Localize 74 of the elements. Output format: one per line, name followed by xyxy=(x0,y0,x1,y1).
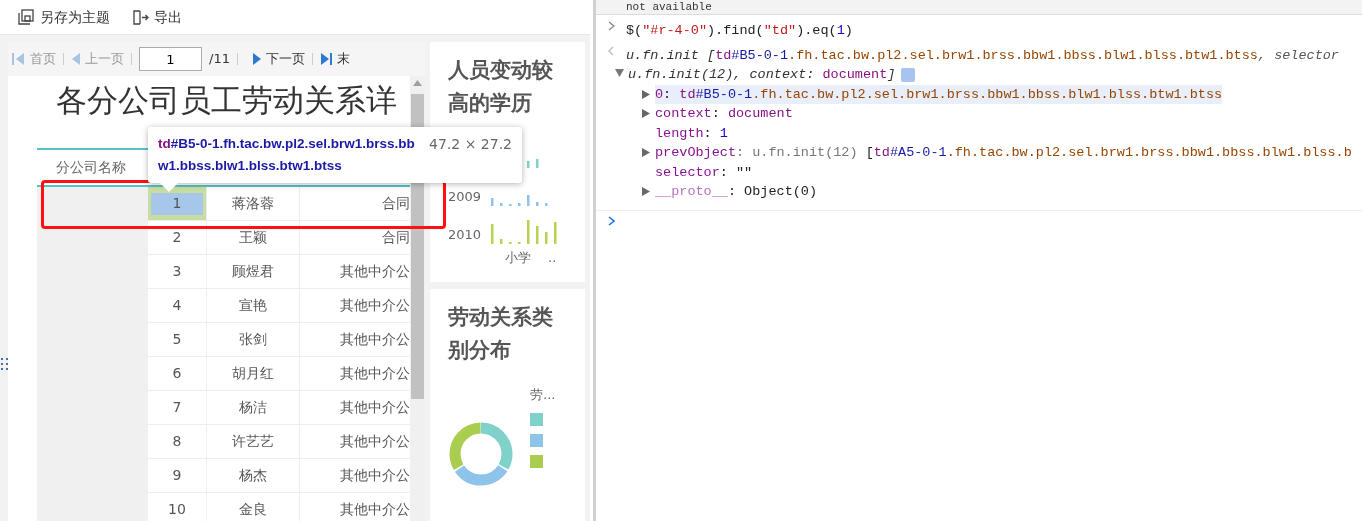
chart-title: 劳动关系类别分布 xyxy=(448,304,554,364)
console-text: u.fn.init [td#B5-0-1.fh.tac.bw.pl2.sel.brw1.brss.bbw1.bbss.blw1.blss.btw1.btss, selector xyxy=(626,46,1339,65)
table-cell: 6 xyxy=(148,357,207,390)
table-cell: 胡月红 xyxy=(207,357,300,390)
axis-label: .. xyxy=(548,249,558,267)
console-text: u.fn.init(12), context: document] xyxy=(628,66,896,84)
previous-page-icon xyxy=(71,52,81,66)
table-cell-text: 合同 xyxy=(381,228,410,247)
console-text: context: document xyxy=(655,105,793,123)
table-cell: 宣艳 xyxy=(207,289,300,322)
table-cell-text: 其他中介公 xyxy=(339,466,410,485)
table-cell: 顾煜君 xyxy=(207,255,300,288)
console-text: __proto__: Object(0) xyxy=(655,183,818,201)
collapsed-triangle-icon[interactable] xyxy=(642,187,650,196)
table-cell-text: 其他中介公 xyxy=(339,262,410,281)
donut-chart xyxy=(448,421,514,487)
table-cell: 蒋洛蓉 xyxy=(207,187,300,220)
table-cell: 杨杰 xyxy=(207,459,300,492)
export-icon xyxy=(132,8,149,26)
axis-label: 小学 xyxy=(505,249,532,267)
last-page-icon xyxy=(319,52,333,66)
page-number-field[interactable]: 1 xyxy=(139,47,202,71)
next-page-button[interactable]: 下一页 xyxy=(251,49,305,69)
page-total: /11 xyxy=(209,50,230,69)
input-prompt-icon xyxy=(607,21,615,31)
table-cell-text: 其他中介公 xyxy=(339,296,410,315)
next-page-icon xyxy=(251,52,262,66)
console-text: $("#r-4-0").find("td").eq(1) xyxy=(626,22,853,40)
table-cell: 杨洁 xyxy=(207,391,300,424)
table-cell: 1 xyxy=(148,187,207,220)
year-label: 2009 xyxy=(448,187,483,206)
console-text: length: 1 xyxy=(655,124,728,143)
element-size: 47.2 × 27.2 xyxy=(429,135,512,154)
console-text: prevObject: u.fn.init(12) [td#A5-0-1.fh.tac.bw.pl2.sel.brw1.brss.bbw1.bbss.blw1.blss.b xyxy=(655,144,1352,162)
report-title: 各分公司员工劳动关系详 xyxy=(56,81,398,120)
console-text: selector: "" xyxy=(655,163,753,182)
table-cell-text: 其他中介公 xyxy=(339,330,410,349)
table-cell: 10 xyxy=(148,493,207,521)
table-cell: 8 xyxy=(148,425,207,458)
table-cell: 9 xyxy=(148,459,207,492)
column-header: 分公司名称 xyxy=(56,158,126,177)
element-selector: td#B5-0-1.fh.tac.bw.pl2.sel.brw1.brss.bbw1.bbss.blw1.blss.btw1.btss xyxy=(158,135,416,175)
table-cell: 金良 xyxy=(207,493,300,521)
table-cell: 4 xyxy=(148,289,207,322)
console-message: not available xyxy=(626,1,712,13)
expanded-triangle-icon xyxy=(615,69,624,77)
table-cell-text: 其他中介公 xyxy=(339,432,410,451)
table-cell: 王颖 xyxy=(207,221,300,254)
info-icon xyxy=(901,68,916,82)
table-cell-text: 其他中介公 xyxy=(339,500,410,519)
toolbar-button[interactable]: 另存为主题 xyxy=(18,6,110,28)
year-label: 2010 xyxy=(448,225,483,244)
table-cell: 3 xyxy=(148,255,207,288)
table-cell: 张剑 xyxy=(207,323,300,356)
last-page-button[interactable]: 末 xyxy=(319,49,350,69)
table-cell-text: 其他中介公 xyxy=(339,398,410,417)
table-cell-text: 其他中介公 xyxy=(339,364,410,383)
table-cell-text: 合同 xyxy=(381,194,410,213)
toolbar-button[interactable]: 导出 xyxy=(132,6,182,28)
collapsed-triangle-icon[interactable] xyxy=(642,109,650,118)
drag-handle-icon[interactable] xyxy=(0,356,10,372)
mini-bar-chart xyxy=(491,220,557,244)
console-text: 0: td#B5-0-1.fh.tac.bw.pl2.sel.brw1.brss.bbw1.bbss.blw1.blss.btw1.btss xyxy=(655,84,1223,104)
table-cell: 7 xyxy=(148,391,207,424)
save-as-icon xyxy=(18,8,35,26)
console-prompt-icon xyxy=(607,215,615,226)
chart-title: 人员变动较高的学历 xyxy=(448,57,554,117)
collapsed-triangle-icon[interactable] xyxy=(642,148,650,157)
legend-title: 劳... xyxy=(530,386,557,404)
mini-bar-chart xyxy=(491,195,548,206)
table-cell: 2 xyxy=(148,221,207,254)
table-cell: 许艺艺 xyxy=(207,425,300,458)
first-page-icon xyxy=(12,52,26,66)
table-cell: 5 xyxy=(148,323,207,356)
